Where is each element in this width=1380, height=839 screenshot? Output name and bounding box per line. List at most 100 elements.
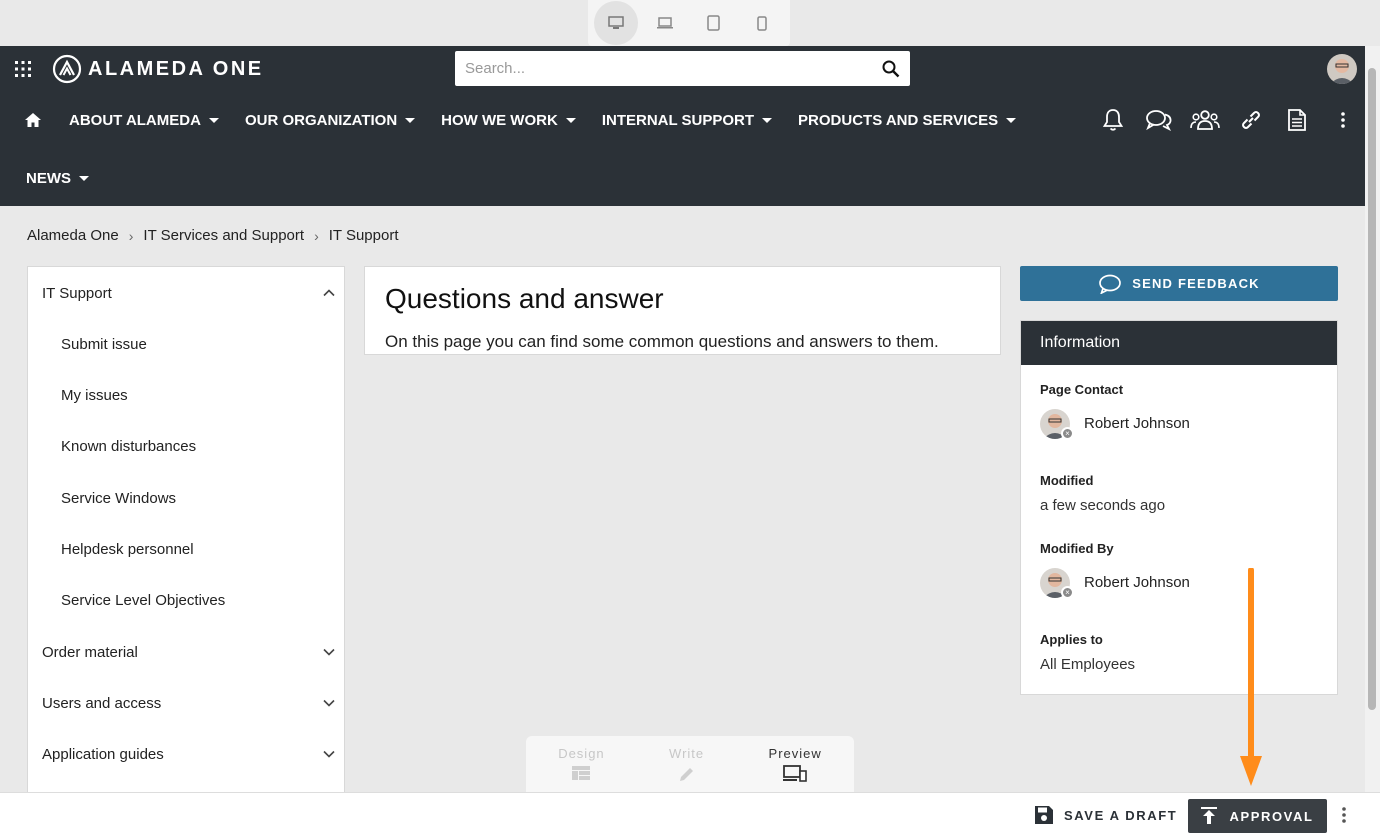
modified-value: a few seconds ago <box>1040 497 1166 514</box>
content-card: Questions and answer On this page you ca… <box>364 266 1001 355</box>
approval-button[interactable]: APPROVAL <box>1188 799 1327 833</box>
section-nav-helpdesk-personnel[interactable]: Helpdesk personnel <box>28 536 344 562</box>
bottom-action-bar: SAVE A DRAFT APPROVAL <box>0 792 1380 839</box>
save-draft-button[interactable]: SAVE A DRAFT <box>1034 805 1177 825</box>
header-tools <box>1090 106 1366 134</box>
chevron-right-icon: › <box>128 227 134 244</box>
caret-down-icon <box>208 117 219 123</box>
chevron-up-icon[interactable] <box>322 286 336 300</box>
chevron-down-icon[interactable] <box>322 747 336 761</box>
section-nav-service-level-objectives[interactable]: Service Level Objectives <box>28 587 344 613</box>
publish-upload-icon <box>1201 807 1218 824</box>
modified-by-label: Modified By <box>1040 541 1114 556</box>
nav-home[interactable] <box>0 98 56 142</box>
contact-name: Robert Johnson <box>1084 415 1190 432</box>
bell-icon[interactable] <box>1090 106 1136 134</box>
phone-icon <box>757 15 767 31</box>
device-switcher <box>588 0 790 46</box>
section-nav-submit-issue[interactable]: Submit issue <box>28 331 344 357</box>
section-nav-my-issues[interactable]: My issues <box>28 382 344 408</box>
tab-preview[interactable]: Preview <box>769 746 822 792</box>
tab-write[interactable]: Write <box>669 746 704 792</box>
section-nav-order-material[interactable]: Order material <box>28 639 344 665</box>
chevron-down-icon[interactable] <box>322 696 336 710</box>
home-icon <box>25 113 41 127</box>
applies-to-label: Applies to <box>1040 632 1103 647</box>
site-logo[interactable]: ALAMEDA ONE <box>52 54 264 84</box>
section-nav-label: IT Support <box>42 284 112 302</box>
section-nav: IT Support Submit issue My issues Known … <box>27 266 345 796</box>
pencil-icon <box>679 768 693 781</box>
save-draft-label: SAVE A DRAFT <box>1064 807 1178 823</box>
send-feedback-button[interactable]: SEND FEEDBACK <box>1020 266 1338 301</box>
modified-by-person[interactable]: × Robert Johnson <box>1040 568 1190 599</box>
app-launcher-icon[interactable] <box>14 60 32 83</box>
caret-down-icon <box>79 175 89 181</box>
caret-down-icon <box>762 117 773 123</box>
more-options-icon[interactable] <box>1336 805 1352 830</box>
section-nav-label: Service Level Objectives <box>61 591 226 609</box>
section-nav-users-and-access[interactable]: Users and access <box>28 690 344 716</box>
send-feedback-label: SEND FEEDBACK <box>1132 276 1260 291</box>
caret-down-icon <box>1006 117 1017 123</box>
nav-label: HOW WE WORK <box>441 111 558 129</box>
section-nav-it-support[interactable]: IT Support <box>28 280 344 306</box>
information-panel: Information Page Contact × Robert Johnso… <box>1020 320 1338 695</box>
chevron-down-icon[interactable] <box>322 645 336 659</box>
scrollbar-thumb[interactable] <box>1368 68 1376 710</box>
more-vertical-icon[interactable] <box>1320 106 1366 134</box>
breadcrumb-item[interactable]: Alameda One <box>27 227 119 244</box>
link-icon[interactable] <box>1228 106 1274 134</box>
nav-how-we-work[interactable]: HOW WE WORK <box>428 98 589 142</box>
nav-label: ABOUT ALAMEDA <box>69 111 201 129</box>
phone-view-button[interactable] <box>740 1 784 45</box>
desktop-view-button[interactable] <box>594 1 639 45</box>
nav-our-organization[interactable]: OUR ORGANIZATION <box>232 98 428 142</box>
information-title: Information <box>1021 321 1337 365</box>
tab-label: Design <box>558 746 605 761</box>
nav-label: INTERNAL SUPPORT <box>601 111 755 129</box>
laptop-view-button[interactable] <box>643 1 687 45</box>
presence-offline-icon: × <box>1061 586 1074 599</box>
section-nav-known-disturbances[interactable]: Known disturbances <box>28 433 344 459</box>
caret-down-icon <box>565 117 576 123</box>
tablet-icon <box>707 15 720 31</box>
desktop-icon <box>608 16 624 29</box>
applies-to-value: All Employees <box>1040 656 1136 673</box>
annotation-arrow-icon <box>1240 568 1262 786</box>
section-nav-label: Application guides <box>42 745 164 763</box>
section-nav-label: My issues <box>61 386 128 404</box>
tab-label: Write <box>669 746 705 761</box>
nav-label: PRODUCTS AND SERVICES <box>798 111 999 129</box>
section-nav-application-guides[interactable]: Application guides <box>28 741 344 767</box>
chat-icon[interactable] <box>1136 106 1182 134</box>
floppy-disk-icon <box>1035 806 1053 824</box>
user-avatar[interactable] <box>1327 54 1357 84</box>
nav-products-and-services[interactable]: PRODUCTS AND SERVICES <box>785 98 1029 142</box>
breadcrumb: Alameda One › IT Services and Support › … <box>27 227 399 244</box>
breadcrumb-item[interactable]: IT Support <box>329 227 399 244</box>
main-nav: ABOUT ALAMEDA OUR ORGANIZATION HOW WE WO… <box>0 98 1080 142</box>
search-input[interactable] <box>465 60 882 77</box>
nav-internal-support[interactable]: INTERNAL SUPPORT <box>589 98 785 142</box>
section-nav-label: Helpdesk personnel <box>61 540 194 558</box>
page-contact-person[interactable]: × Robert Johnson <box>1040 409 1190 440</box>
people-icon[interactable] <box>1182 106 1228 134</box>
breadcrumb-item[interactable]: IT Services and Support <box>143 227 304 244</box>
approval-label: APPROVAL <box>1229 808 1314 824</box>
section-nav-label: Service Windows <box>61 489 177 507</box>
nav-label: NEWS <box>26 169 71 187</box>
editor-mode-tabs: Design Write Preview <box>526 736 854 792</box>
chevron-right-icon: › <box>314 227 319 244</box>
tab-label: Preview <box>768 746 822 761</box>
tablet-view-button[interactable] <box>691 1 735 45</box>
document-icon[interactable] <box>1274 106 1320 134</box>
nav-label: OUR ORGANIZATION <box>244 111 398 129</box>
search-icon[interactable] <box>882 60 900 78</box>
tab-design[interactable]: Design <box>558 746 604 792</box>
laptop-icon <box>656 17 673 29</box>
alameda-logo-icon <box>52 54 82 84</box>
nav-about-alameda[interactable]: ABOUT ALAMEDA <box>56 98 232 142</box>
nav-news[interactable]: NEWS <box>13 156 102 200</box>
section-nav-service-windows[interactable]: Service Windows <box>28 485 344 511</box>
